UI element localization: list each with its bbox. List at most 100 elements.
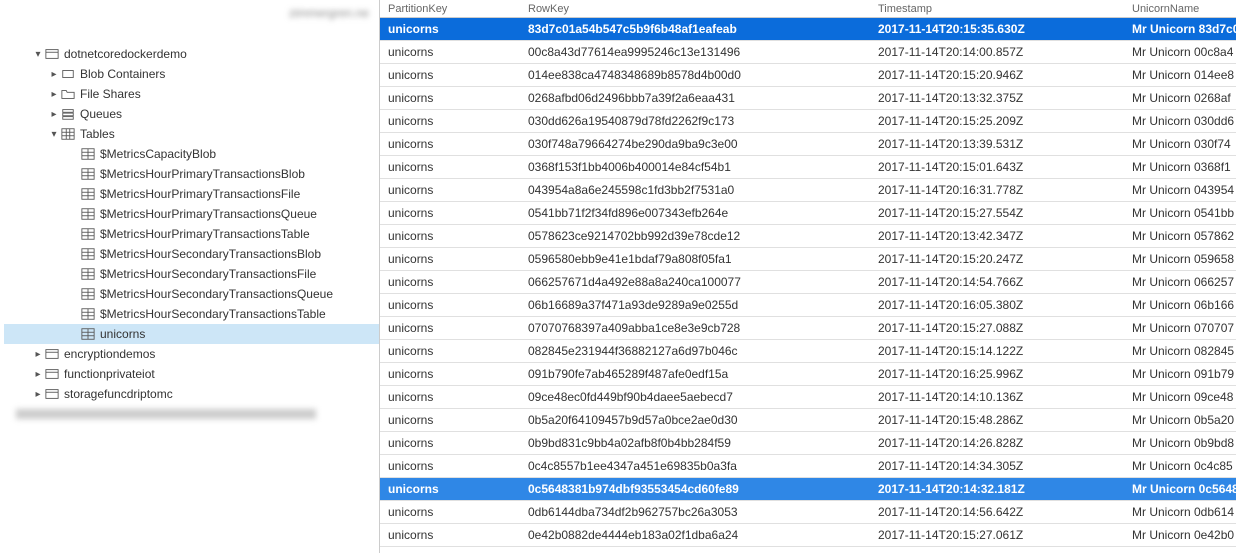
cell-partitionkey: unicorns xyxy=(380,367,520,381)
table-node[interactable]: $MetricsCapacityBlob xyxy=(4,144,379,164)
data-grid: PartitionKey RowKey Timestamp UnicornNam… xyxy=(380,0,1236,553)
cell-rowkey: 0db6144dba734df2b962757bc26a3053 xyxy=(520,505,870,519)
obscured-header: zimmergren.ne xyxy=(0,0,379,40)
table-row[interactable]: unicorns0db6144dba734df2b962757bc26a3053… xyxy=(380,501,1236,524)
cell-unicornname: Mr Unicorn 066257 xyxy=(1124,275,1236,289)
expand-icon[interactable]: ▾ xyxy=(48,129,60,140)
tree-node-blob-containers[interactable]: ▸ Blob Containers xyxy=(4,64,379,84)
cell-unicornname: Mr Unicorn 014ee8 xyxy=(1124,68,1236,82)
obscured-row xyxy=(4,404,379,424)
cell-partitionkey: unicorns xyxy=(380,229,520,243)
table-node[interactable]: $MetricsHourPrimaryTransactionsQueue xyxy=(4,204,379,224)
table-row[interactable]: unicorns091b790fe7ab465289f487afe0edf15a… xyxy=(380,363,1236,386)
cell-rowkey: 066257671d4a492e88a8a240ca100077 xyxy=(520,275,870,289)
table-node[interactable]: $MetricsHourSecondaryTransactionsTable xyxy=(4,304,379,324)
table-node[interactable]: unicorns xyxy=(4,324,379,344)
table-row[interactable]: unicorns0b9bd831c9bb4a02afb8f0b4bb284f59… xyxy=(380,432,1236,455)
cell-unicornname: Mr Unicorn 0b5a20 xyxy=(1124,413,1236,427)
tree-node-queues[interactable]: ▸ Queues xyxy=(4,104,379,124)
cell-unicornname: Mr Unicorn 0368f1 xyxy=(1124,160,1236,174)
cell-rowkey: 0368f153f1bb4006b400014e84cf54b1 xyxy=(520,160,870,174)
table-icon xyxy=(80,326,96,342)
table-node[interactable]: $MetricsHourPrimaryTransactionsTable xyxy=(4,224,379,244)
collapse-icon[interactable]: ▸ xyxy=(32,349,44,360)
storage-icon xyxy=(44,46,60,62)
table-row[interactable]: unicorns06b16689a37f471a93de9289a9e0255d… xyxy=(380,294,1236,317)
table-row[interactable]: unicorns0e42b0882de4444eb183a02f1dba6a24… xyxy=(380,524,1236,547)
cell-rowkey: 030dd626a19540879d78fd2262f9c173 xyxy=(520,114,870,128)
collapse-icon[interactable]: ▸ xyxy=(32,369,44,380)
table-row[interactable]: unicorns0268afbd06d2496bbb7a39f2a6eaa431… xyxy=(380,87,1236,110)
grid-body[interactable]: unicorns83d7c01a54b547c5b9f6b48af1eafeab… xyxy=(380,18,1236,553)
table-row[interactable]: unicorns043954a8a6e245598c1fd3bb2f7531a0… xyxy=(380,179,1236,202)
storage-account-label: dotnetcoredockerdemo xyxy=(64,47,187,61)
cell-rowkey: 014ee838ca4748348689b8578d4b00d0 xyxy=(520,68,870,82)
table-row[interactable]: unicorns082845e231944f36882127a6d97b046c… xyxy=(380,340,1236,363)
table-label: $MetricsCapacityBlob xyxy=(100,147,216,161)
storage-account-node[interactable]: ▸functionprivateiot xyxy=(4,364,379,384)
table-row[interactable]: unicorns030f748a79664274be290da9ba9c3e00… xyxy=(380,133,1236,156)
table-row[interactable]: unicorns0c5648381b974dbf93553454cd60fe89… xyxy=(380,478,1236,501)
table-node[interactable]: $MetricsHourSecondaryTransactionsBlob xyxy=(4,244,379,264)
table-label: $MetricsHourSecondaryTransactionsQueue xyxy=(100,287,333,301)
cell-timestamp: 2017-11-14T20:15:20.247Z xyxy=(870,252,1124,266)
cell-timestamp: 2017-11-14T20:14:00.857Z xyxy=(870,45,1124,59)
table-icon xyxy=(80,266,96,282)
table-row[interactable]: unicorns09ce48ec0fd449bf90b4daee5aebecd7… xyxy=(380,386,1236,409)
cell-timestamp: 2017-11-14T20:16:31.778Z xyxy=(870,183,1124,197)
storage-account-node[interactable]: ▸encryptiondemos xyxy=(4,344,379,364)
cell-unicornname: Mr Unicorn 030f74 xyxy=(1124,137,1236,151)
table-row[interactable]: unicorns030dd626a19540879d78fd2262f9c173… xyxy=(380,110,1236,133)
table-row[interactable]: unicorns83d7c01a54b547c5b9f6b48af1eafeab… xyxy=(380,18,1236,41)
table-row[interactable]: unicorns0368f153f1bb4006b400014e84cf54b1… xyxy=(380,156,1236,179)
table-row[interactable]: unicorns0578623ce9214702bb992d39e78cde12… xyxy=(380,225,1236,248)
col-header-unicornname[interactable]: UnicornName xyxy=(1124,3,1236,15)
cell-timestamp: 2017-11-14T20:14:34.305Z xyxy=(870,459,1124,473)
storage-account-node[interactable]: ▸storagefuncdriptomc xyxy=(4,384,379,404)
cell-timestamp: 2017-11-14T20:14:32.181Z xyxy=(870,482,1124,496)
cell-partitionkey: unicorns xyxy=(380,390,520,404)
table-row[interactable]: unicorns0c4c8557b1ee4347a451e69835b0a3fa… xyxy=(380,455,1236,478)
table-node[interactable]: $MetricsHourSecondaryTransactionsQueue xyxy=(4,284,379,304)
cell-unicornname: Mr Unicorn 0541bb xyxy=(1124,206,1236,220)
collapse-icon[interactable]: ▸ xyxy=(32,389,44,400)
cell-timestamp: 2017-11-14T20:15:20.946Z xyxy=(870,68,1124,82)
cell-partitionkey: unicorns xyxy=(380,482,520,496)
table-row[interactable]: unicorns0b5a20f64109457b9d57a0bce2ae0d30… xyxy=(380,409,1236,432)
table-node[interactable]: $MetricsHourPrimaryTransactionsBlob xyxy=(4,164,379,184)
cell-partitionkey: unicorns xyxy=(380,413,520,427)
cell-partitionkey: unicorns xyxy=(380,91,520,105)
tree-node-file-shares[interactable]: ▸ File Shares xyxy=(4,84,379,104)
collapse-icon[interactable]: ▸ xyxy=(48,89,60,100)
cell-timestamp: 2017-11-14T20:15:14.122Z xyxy=(870,344,1124,358)
table-node[interactable]: $MetricsHourSecondaryTransactionsFile xyxy=(4,264,379,284)
storage-account-node[interactable]: ▾ dotnetcoredockerdemo xyxy=(4,44,379,64)
cell-rowkey: 0541bb71f2f34fd896e007343efb264e xyxy=(520,206,870,220)
table-row[interactable]: unicorns07070768397a409abba1ce8e3e9cb728… xyxy=(380,317,1236,340)
cell-unicornname: Mr Unicorn 030dd6 xyxy=(1124,114,1236,128)
cell-timestamp: 2017-11-14T20:15:01.643Z xyxy=(870,160,1124,174)
table-row[interactable]: unicorns014ee838ca4748348689b8578d4b00d0… xyxy=(380,64,1236,87)
cell-rowkey: 043954a8a6e245598c1fd3bb2f7531a0 xyxy=(520,183,870,197)
cell-partitionkey: unicorns xyxy=(380,45,520,59)
table-row[interactable]: unicorns066257671d4a492e88a8a240ca100077… xyxy=(380,271,1236,294)
table-row[interactable]: unicorns0596580ebb9e41e1bdaf79a808f05fa1… xyxy=(380,248,1236,271)
table-row[interactable]: unicorns00c8a43d77614ea9995246c13e131496… xyxy=(380,41,1236,64)
cell-timestamp: 2017-11-14T20:15:35.630Z xyxy=(870,22,1124,36)
collapse-icon[interactable]: ▸ xyxy=(48,69,60,80)
table-node[interactable]: $MetricsHourPrimaryTransactionsFile xyxy=(4,184,379,204)
grid-header: PartitionKey RowKey Timestamp UnicornNam… xyxy=(380,0,1236,18)
expand-icon[interactable]: ▾ xyxy=(32,49,44,60)
col-header-rowkey[interactable]: RowKey xyxy=(520,3,870,15)
cell-timestamp: 2017-11-14T20:13:42.347Z xyxy=(870,229,1124,243)
col-header-partitionkey[interactable]: PartitionKey xyxy=(380,3,520,15)
tree-node-tables[interactable]: ▾ Tables xyxy=(4,124,379,144)
collapse-icon[interactable]: ▸ xyxy=(48,109,60,120)
cell-timestamp: 2017-11-14T20:13:32.375Z xyxy=(870,91,1124,105)
table-icon xyxy=(80,226,96,242)
table-row[interactable]: unicorns0541bb71f2f34fd896e007343efb264e… xyxy=(380,202,1236,225)
cell-rowkey: 83d7c01a54b547c5b9f6b48af1eafeab xyxy=(520,22,870,36)
cell-unicornname: Mr Unicorn 06b166 xyxy=(1124,298,1236,312)
col-header-timestamp[interactable]: Timestamp xyxy=(870,3,1124,15)
node-label: Tables xyxy=(80,127,115,141)
